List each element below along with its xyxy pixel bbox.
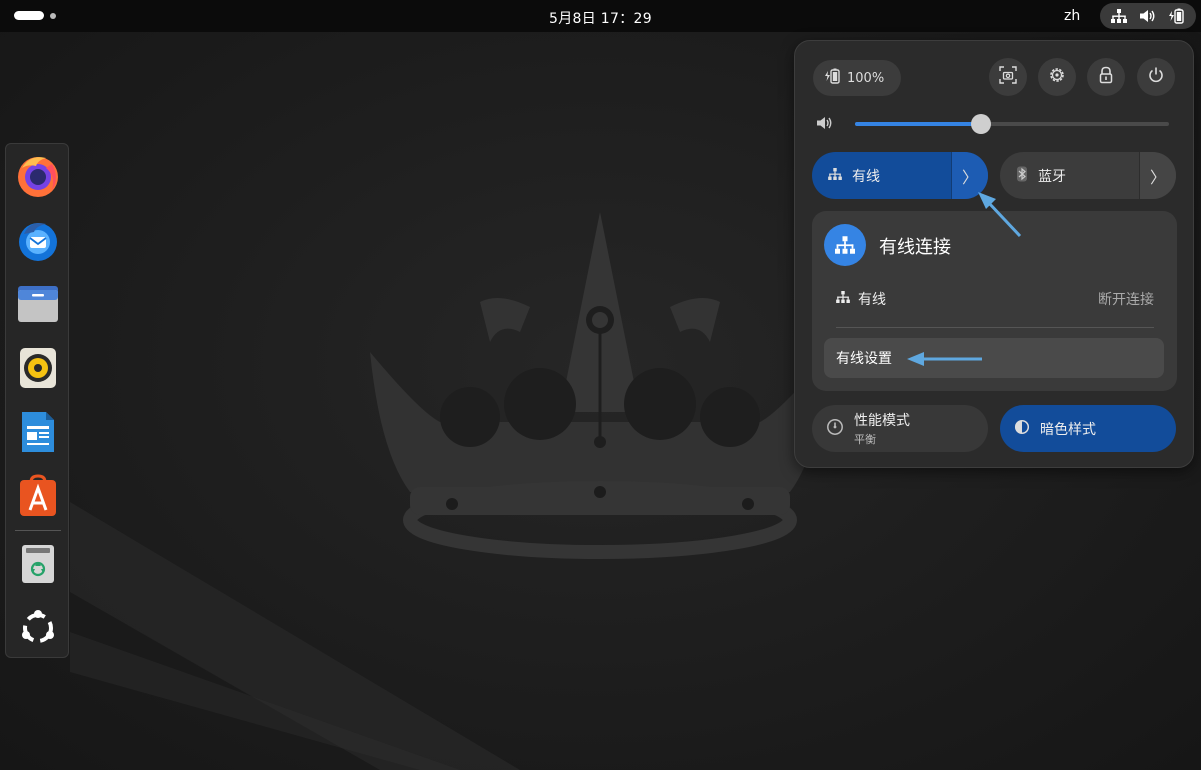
submenu-separator (836, 327, 1154, 328)
lock-screen-button[interactable] (1087, 58, 1125, 96)
network-wired-icon (824, 224, 866, 266)
gear-icon (1048, 66, 1066, 88)
bluetooth-toggle-main[interactable]: 蓝牙 (1000, 152, 1139, 199)
network-wired-icon (1110, 9, 1127, 23)
network-wired-icon (836, 291, 850, 307)
wired-settings-button[interactable]: 有线设置 (824, 338, 1164, 378)
firefox-icon[interactable] (14, 152, 62, 200)
dock-separator (15, 530, 61, 531)
wired-network-toggle-main[interactable]: 有线 (812, 152, 951, 199)
bluetooth-toggle[interactable]: 蓝牙 〉 (1000, 152, 1176, 199)
dark-style-toggle[interactable]: 暗色样式 (1000, 405, 1176, 452)
battery-charging-icon (1169, 8, 1185, 24)
wired-connection-item[interactable]: 有线 断开连接 (836, 289, 1154, 309)
power-button[interactable] (1137, 58, 1175, 96)
dock (5, 143, 69, 658)
bluetooth-expand-button[interactable]: 〉 (1139, 152, 1176, 199)
wired-connection-label: 有线 (858, 292, 886, 308)
power-mode-title: 性能模式 (854, 413, 910, 429)
battery-charging-icon (825, 68, 841, 88)
volume-icon[interactable] (817, 115, 833, 135)
volume-slider-handle[interactable] (970, 114, 991, 134)
dark-mode-icon (1014, 419, 1030, 439)
libreoffice-writer-icon[interactable] (14, 408, 62, 456)
top-bar: 5月8日 17：29 zh (0, 0, 1201, 32)
speedometer-icon (826, 418, 844, 440)
wired-network-toggle-label: 有线 (852, 168, 880, 185)
volume-slider[interactable] (855, 114, 1169, 134)
network-wired-icon (828, 167, 842, 184)
files-icon[interactable] (14, 280, 62, 328)
screenshot-icon (999, 66, 1017, 88)
chevron-right-icon: 〉 (961, 167, 978, 187)
show-apps-icon[interactable] (14, 604, 62, 652)
input-language-indicator[interactable]: zh (1064, 8, 1080, 24)
power-mode-subtitle: 平衡 (854, 433, 876, 446)
clock[interactable]: 5月8日 17：29 (0, 8, 1201, 28)
power-icon (1147, 66, 1165, 88)
wired-connection-submenu: 有线连接 有线 断开连接 有线设置 (812, 211, 1177, 391)
dark-style-label: 暗色样式 (1040, 421, 1096, 438)
app-center-icon[interactable] (14, 472, 62, 520)
volume-icon (1139, 9, 1156, 23)
chevron-right-icon: 〉 (1149, 167, 1166, 187)
thunderbird-icon[interactable] (14, 216, 62, 264)
volume-slider-fill (855, 122, 981, 126)
submenu-title: 有线连接 (879, 237, 951, 258)
wired-network-expand-button[interactable]: 〉 (951, 152, 988, 199)
settings-button[interactable] (1038, 58, 1076, 96)
lock-icon (1098, 66, 1114, 88)
screenshot-button[interactable] (989, 58, 1027, 96)
wired-network-toggle[interactable]: 有线 〉 (812, 152, 988, 199)
rhythmbox-icon[interactable] (14, 344, 62, 392)
power-mode-toggle[interactable]: 性能模式 平衡 (812, 405, 988, 452)
bluetooth-icon (1016, 166, 1028, 186)
disconnect-button[interactable]: 断开连接 (1098, 289, 1154, 309)
quick-settings-panel: 100% 有线 〉 蓝牙 〉 有线连接 有线 断开连接 有线设置 性能模式 平衡… (794, 40, 1194, 468)
battery-percentage: 100% (847, 70, 885, 86)
system-status-menu[interactable] (1100, 3, 1196, 29)
trash-icon[interactable] (14, 540, 62, 588)
battery-status-button[interactable]: 100% (813, 60, 901, 96)
bluetooth-toggle-label: 蓝牙 (1038, 168, 1066, 185)
